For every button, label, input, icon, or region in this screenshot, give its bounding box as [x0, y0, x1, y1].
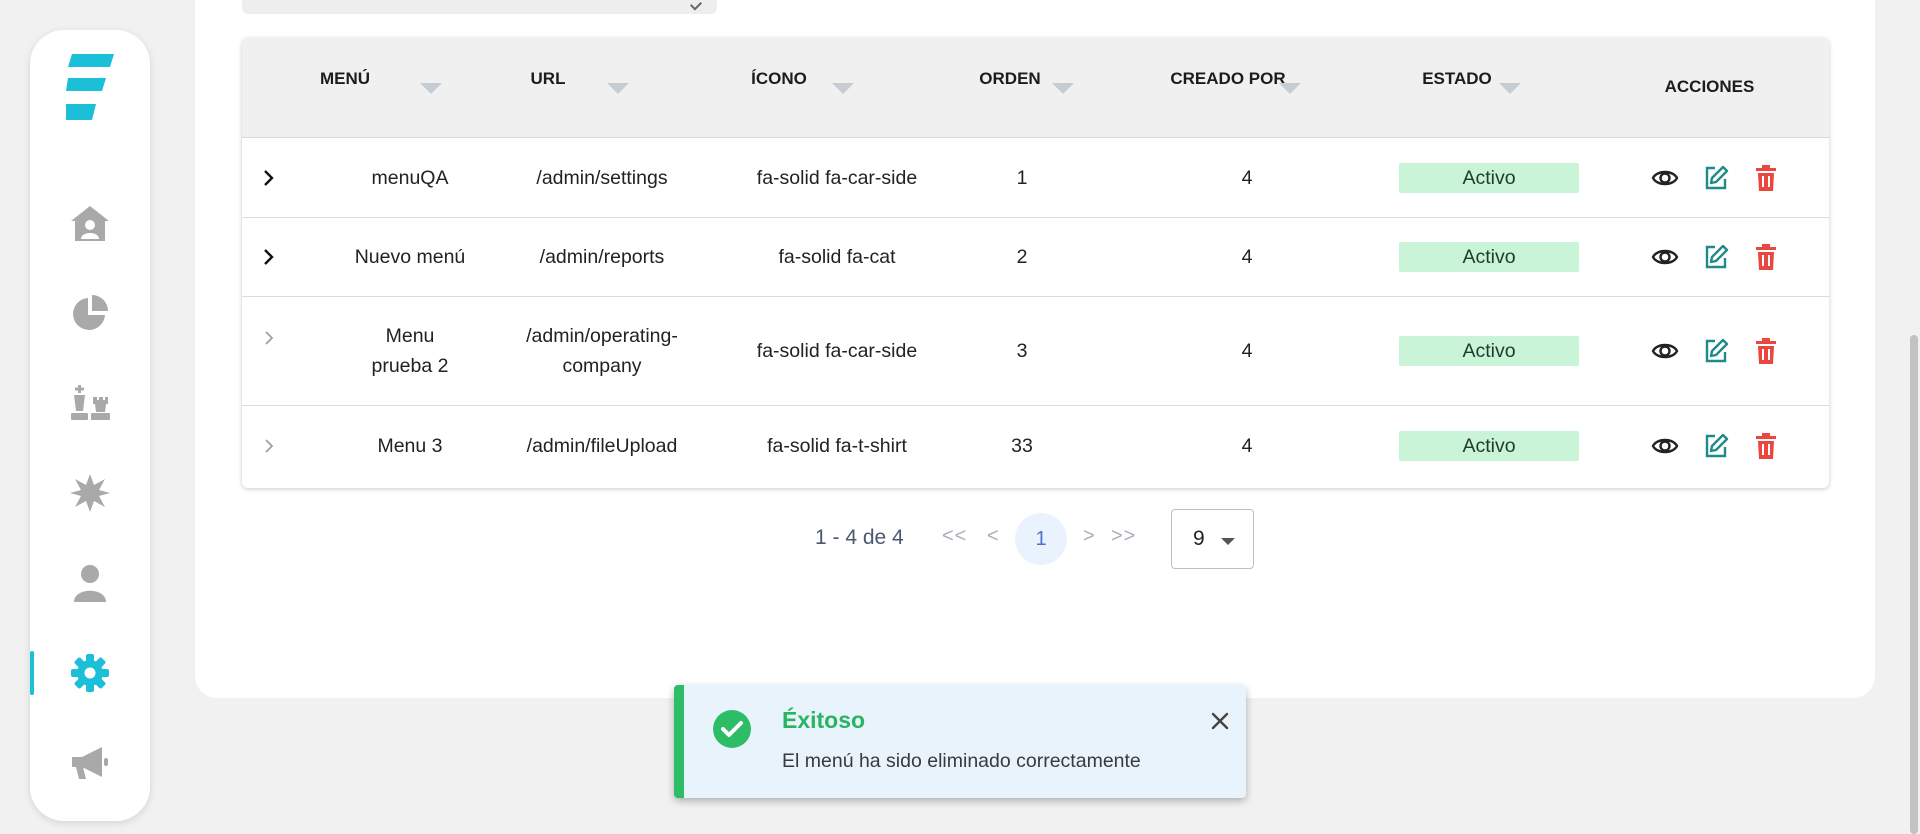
- megaphone-icon: [72, 747, 108, 779]
- home-icon: [71, 206, 109, 241]
- edit-icon[interactable]: [1700, 241, 1732, 273]
- page-size-select[interactable]: 9: [1171, 509, 1254, 569]
- toast-message: El menú ha sido eliminado correctamente: [782, 750, 1141, 772]
- cell-url: /admin/fileUpload: [526, 435, 678, 457]
- eye-icon[interactable]: [1649, 162, 1681, 194]
- sidebar-item-strategy[interactable]: [30, 373, 150, 433]
- edit-icon[interactable]: [1700, 430, 1732, 462]
- eye-icon[interactable]: [1649, 241, 1681, 273]
- table-header: MENÚ URL ÍCONO ORDEN CREADO POR ESTADO A…: [242, 38, 1829, 138]
- status-badge: Activo: [1399, 242, 1579, 272]
- edit-icon[interactable]: [1700, 335, 1732, 367]
- last-page-button[interactable]: >>: [1111, 525, 1136, 548]
- column-header-icon[interactable]: ÍCONO: [688, 38, 918, 138]
- row-expand-icon[interactable]: [260, 218, 278, 296]
- cell-created-by: 4: [1241, 340, 1253, 362]
- cell-order: 1: [1016, 166, 1028, 189]
- column-header-menu[interactable]: MENÚ: [242, 38, 448, 138]
- cell-icon: fa-solid fa-car-side: [756, 166, 918, 189]
- edit-icon[interactable]: [1700, 162, 1732, 194]
- sidebar-item-settings[interactable]: [30, 643, 150, 703]
- burst-icon: [70, 474, 110, 512]
- sidebar-item-users[interactable]: [30, 553, 150, 613]
- cell-created-by: 4: [1241, 435, 1253, 457]
- header-actions-label: ACCIONES: [1664, 77, 1755, 96]
- status-badge: Activo: [1399, 336, 1579, 366]
- sort-order-caret-icon[interactable]: [1052, 83, 1074, 94]
- cell-created-by: 4: [1241, 246, 1253, 268]
- scrollbar-track[interactable]: [1908, 0, 1920, 834]
- cell-url: /admin/settings: [536, 166, 668, 189]
- next-page-button[interactable]: >: [1083, 525, 1096, 548]
- column-header-status[interactable]: ESTADO: [1364, 38, 1590, 138]
- success-toast: Éxitoso El menú ha sido eliminado correc…: [674, 685, 1246, 798]
- menu-table: MENÚ URL ÍCONO ORDEN CREADO POR ESTADO A…: [242, 38, 1829, 488]
- sidebar: [30, 30, 150, 821]
- cell-created-by: 4: [1241, 166, 1253, 189]
- search-input[interactable]: [242, 0, 717, 14]
- pagination-range: 1 - 4 de 4: [815, 526, 904, 549]
- eye-icon[interactable]: [1649, 335, 1681, 367]
- status-badge: Activo: [1399, 431, 1579, 461]
- trash-icon[interactable]: [1750, 241, 1782, 273]
- header-menu-label: MENÚ: [319, 69, 371, 88]
- cell-order: 3: [1016, 340, 1028, 362]
- sidebar-item-home[interactable]: [30, 193, 150, 253]
- chess-icon: [71, 385, 110, 420]
- close-icon[interactable]: [1208, 709, 1232, 733]
- cell-icon: fa-solid fa-car-side: [756, 340, 918, 362]
- cell-menu: Menu prueba 2: [371, 325, 449, 377]
- sidebar-item-reports[interactable]: [30, 283, 150, 343]
- trash-icon[interactable]: [1750, 162, 1782, 194]
- cell-url: /admin/operating-company: [526, 325, 678, 377]
- trash-icon[interactable]: [1750, 430, 1782, 462]
- toast-title: Éxitoso: [782, 707, 866, 733]
- page-size-value: 9: [1193, 527, 1205, 550]
- cell-icon: fa-solid fa-t-shirt: [767, 435, 907, 457]
- sort-created-by-caret-icon[interactable]: [1279, 83, 1301, 94]
- brand-logo[interactable]: [66, 54, 118, 120]
- table-row: Menu 3 /admin/fileUpload fa-solid fa-t-s…: [242, 406, 1829, 486]
- cell-menu: menuQA: [371, 166, 449, 189]
- header-status-label: ESTADO: [1422, 69, 1492, 88]
- gear-icon: [71, 654, 109, 692]
- header-url-label: URL: [530, 69, 566, 88]
- sort-icon-caret-icon[interactable]: [832, 83, 854, 94]
- header-created-by-label: CREADO POR: [1170, 69, 1286, 88]
- column-header-created-by[interactable]: CREADO POR: [1136, 38, 1364, 138]
- header-order-label: ORDEN: [979, 69, 1041, 88]
- column-header-actions: ACCIONES: [1590, 38, 1829, 138]
- cell-url: /admin/reports: [539, 246, 665, 268]
- user-icon: [74, 565, 106, 602]
- cell-order: 2: [1016, 246, 1028, 268]
- row-expand-icon[interactable]: [260, 406, 278, 486]
- eye-icon[interactable]: [1649, 430, 1681, 462]
- pie-chart-icon: [73, 295, 108, 330]
- scrollbar-thumb[interactable]: [1910, 335, 1918, 834]
- logo-mark: [66, 54, 114, 120]
- column-header-url[interactable]: URL: [448, 38, 688, 138]
- trash-icon[interactable]: [1750, 335, 1782, 367]
- cell-menu: Nuevo menú: [354, 246, 466, 268]
- table-row: Nuevo menú /admin/reports fa-solid fa-ca…: [242, 218, 1829, 297]
- cell-menu: Menu 3: [377, 435, 443, 457]
- sort-url-caret-icon[interactable]: [607, 83, 629, 94]
- chevron-down-icon: [1221, 538, 1235, 545]
- row-expand-icon[interactable]: [260, 297, 278, 405]
- sidebar-item-campaigns[interactable]: [30, 733, 150, 793]
- column-header-order[interactable]: ORDEN: [918, 38, 1136, 138]
- table-row: Menu prueba 2 /admin/operating-company f…: [242, 297, 1829, 406]
- cell-order: 33: [1011, 435, 1033, 457]
- table-row: menuQA /admin/settings fa-solid fa-car-s…: [242, 138, 1829, 218]
- sort-status-caret-icon[interactable]: [1499, 83, 1521, 94]
- check-circle-icon: [713, 710, 751, 748]
- prev-page-button[interactable]: <: [987, 525, 1000, 548]
- page-button-current[interactable]: 1: [1015, 513, 1067, 565]
- header-icon-label: ÍCONO: [751, 69, 807, 88]
- status-badge: Activo: [1399, 163, 1579, 193]
- sidebar-item-burst[interactable]: [30, 463, 150, 523]
- row-expand-icon[interactable]: [260, 138, 278, 217]
- cell-icon: fa-solid fa-cat: [778, 246, 896, 268]
- first-page-button[interactable]: <<: [942, 525, 967, 548]
